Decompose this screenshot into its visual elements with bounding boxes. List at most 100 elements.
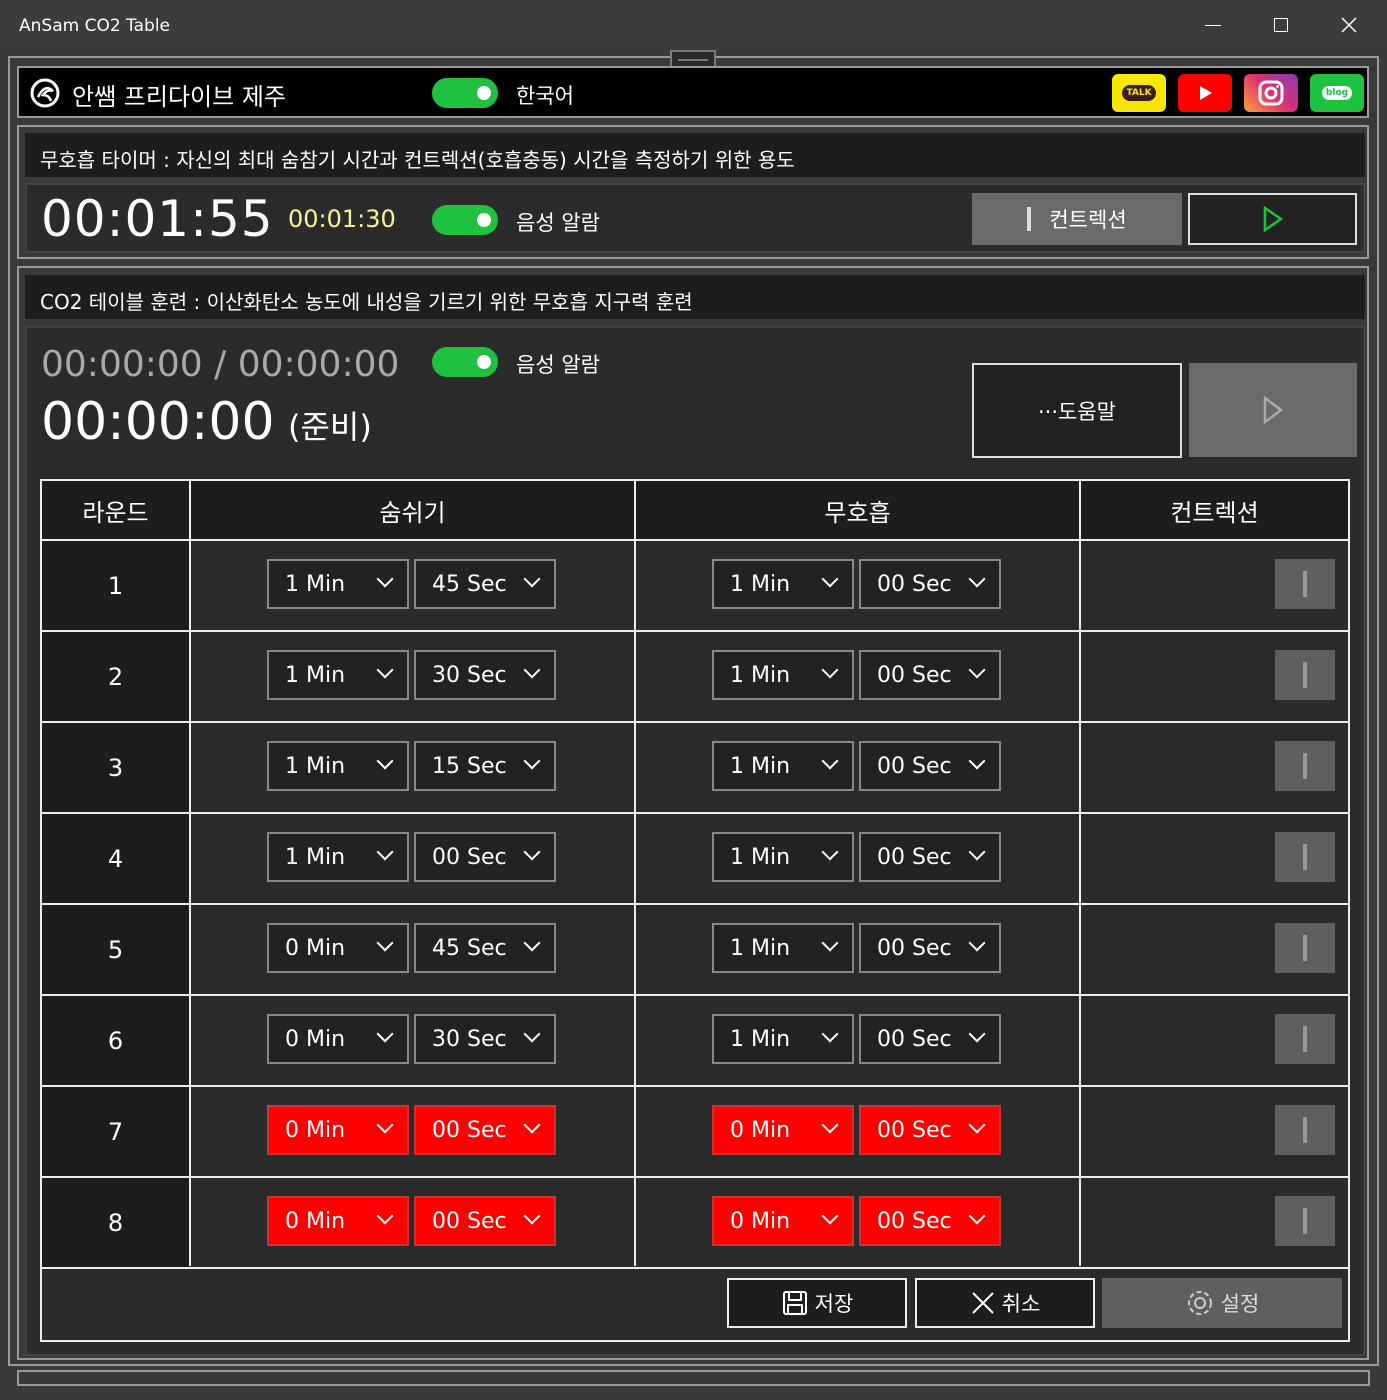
contraction-mark-button[interactable] xyxy=(1275,559,1335,609)
hold-min-select[interactable]: 0 Min xyxy=(712,1105,854,1155)
contraction-button-label: 컨트렉션 xyxy=(1049,208,1127,232)
apnea-voice-toggle[interactable] xyxy=(432,205,498,235)
chevron-down-icon xyxy=(821,570,839,588)
close-icon xyxy=(971,1292,994,1314)
hold-min-select[interactable]: 1 Min xyxy=(712,650,854,700)
help-button-label: ···도움말 xyxy=(1038,399,1116,424)
exclamation-icon xyxy=(1303,844,1307,870)
round-number: 1 xyxy=(42,541,189,630)
maximize-button[interactable] xyxy=(1248,0,1314,50)
apnea-timer-title: 무호흡 타이머 : 자신의 최대 숨참기 시간과 컨트렉션(호흡충동) 시간을 … xyxy=(25,133,1365,177)
breathe-sec-select[interactable]: 00 Sec xyxy=(414,1196,556,1246)
save-button[interactable]: 저장 xyxy=(727,1278,907,1328)
close-icon xyxy=(1341,17,1357,33)
minimize-icon xyxy=(1205,24,1221,26)
hold-min-select[interactable]: 1 Min xyxy=(712,559,854,609)
title-bar: AnSam CO2 Table xyxy=(0,0,1387,50)
combo-value: 0 Min xyxy=(285,1117,346,1143)
breathe-min-select[interactable]: 1 Min xyxy=(267,650,409,700)
breathe-min-select[interactable]: 1 Min xyxy=(267,559,409,609)
breathe-sec-select[interactable]: 00 Sec xyxy=(414,832,556,882)
hold-sec-select[interactable]: 00 Sec xyxy=(859,1105,1001,1155)
language-toggle[interactable] xyxy=(432,78,498,108)
cancel-button[interactable]: 취소 xyxy=(915,1278,1095,1328)
breathe-min-select[interactable]: 1 Min xyxy=(267,832,409,882)
breathe-sec-select[interactable]: 30 Sec xyxy=(414,1014,556,1064)
breathe-sec-select[interactable]: 00 Sec xyxy=(414,1105,556,1155)
co2-start-button[interactable] xyxy=(1189,363,1357,457)
hold-min-select[interactable]: 1 Min xyxy=(712,741,854,791)
co2-current-time: 00:00:00 xyxy=(41,392,275,452)
chevron-down-icon xyxy=(376,752,394,770)
kakaotalk-label: TALK xyxy=(1122,85,1156,101)
contraction-mark-button[interactable] xyxy=(1275,1014,1335,1064)
blog-icon[interactable]: blog xyxy=(1310,74,1364,112)
help-button[interactable]: ···도움말 xyxy=(972,363,1182,458)
gear-icon xyxy=(1187,1291,1212,1315)
contraction-button[interactable]: 컨트렉션 xyxy=(972,193,1182,245)
row-divider xyxy=(40,994,1350,996)
co2-progress-time: 00:00:00 / 00:00:00 xyxy=(41,344,400,385)
combo-value: 1 Min xyxy=(730,1026,791,1052)
kakaotalk-icon[interactable]: TALK xyxy=(1112,74,1166,112)
play-icon xyxy=(1200,86,1212,100)
combo-value: 45 Sec xyxy=(432,935,507,961)
instagram-icon[interactable] xyxy=(1244,74,1298,112)
apnea-voice-label: 음성 알람 xyxy=(516,211,600,235)
chevron-down-icon xyxy=(821,1116,839,1134)
combo-value: 00 Sec xyxy=(877,571,952,597)
combo-value: 1 Min xyxy=(730,844,791,870)
settings-button-label: 설정 xyxy=(1220,1292,1260,1316)
breathe-sec-select[interactable]: 30 Sec xyxy=(414,650,556,700)
settings-button[interactable]: 설정 xyxy=(1102,1278,1342,1328)
hold-sec-select[interactable]: 00 Sec xyxy=(859,1014,1001,1064)
brand-name: 안쌤 프리다이브 제주 xyxy=(72,83,286,111)
hold-sec-select[interactable]: 00 Sec xyxy=(859,832,1001,882)
breathe-sec-select[interactable]: 15 Sec xyxy=(414,741,556,791)
combo-value: 1 Min xyxy=(285,571,346,597)
breathe-min-select[interactable]: 0 Min xyxy=(267,1105,409,1155)
column-divider xyxy=(634,481,636,1266)
apnea-start-button[interactable] xyxy=(1188,193,1357,245)
header-breathe: 숨쉬기 xyxy=(191,481,634,539)
combo-value: 00 Sec xyxy=(877,935,952,961)
contraction-mark-button[interactable] xyxy=(1275,1105,1335,1155)
close-button[interactable] xyxy=(1316,0,1382,50)
chevron-down-icon xyxy=(821,1025,839,1043)
chevron-down-icon xyxy=(523,1207,541,1225)
contraction-mark-button[interactable] xyxy=(1275,650,1335,700)
breathe-min-select[interactable]: 0 Min xyxy=(267,1014,409,1064)
hold-min-select[interactable]: 1 Min xyxy=(712,923,854,973)
co2-voice-toggle[interactable] xyxy=(432,347,498,377)
hold-sec-select[interactable]: 00 Sec xyxy=(859,1196,1001,1246)
contraction-mark-button[interactable] xyxy=(1275,1196,1335,1246)
combo-value: 1 Min xyxy=(730,571,791,597)
contraction-mark-button[interactable] xyxy=(1275,832,1335,882)
breathe-sec-select[interactable]: 45 Sec xyxy=(414,559,556,609)
hold-min-select[interactable]: 0 Min xyxy=(712,1196,854,1246)
combo-value: 1 Min xyxy=(285,662,346,688)
hold-min-select[interactable]: 1 Min xyxy=(712,832,854,882)
breathe-min-select[interactable]: 0 Min xyxy=(267,923,409,973)
combo-value: 0 Min xyxy=(285,935,346,961)
chevron-down-icon xyxy=(523,843,541,861)
hold-sec-select[interactable]: 00 Sec xyxy=(859,559,1001,609)
combo-value: 0 Min xyxy=(285,1208,346,1234)
combo-value: 0 Min xyxy=(285,1026,346,1052)
hold-sec-select[interactable]: 00 Sec xyxy=(859,650,1001,700)
combo-value: 00 Sec xyxy=(432,1117,507,1143)
hold-min-select[interactable]: 1 Min xyxy=(712,1014,854,1064)
breathe-min-select[interactable]: 1 Min xyxy=(267,741,409,791)
contraction-mark-button[interactable] xyxy=(1275,923,1335,973)
contraction-mark-button[interactable] xyxy=(1275,741,1335,791)
minimize-button[interactable] xyxy=(1180,0,1246,50)
breathe-min-select[interactable]: 0 Min xyxy=(267,1196,409,1246)
combo-value: 00 Sec xyxy=(877,1117,952,1143)
column-divider xyxy=(1079,481,1081,1266)
youtube-icon[interactable] xyxy=(1178,74,1232,112)
chevron-down-icon xyxy=(821,661,839,679)
breathe-sec-select[interactable]: 45 Sec xyxy=(414,923,556,973)
hold-sec-select[interactable]: 00 Sec xyxy=(859,923,1001,973)
header-contraction: 컨트렉션 xyxy=(1081,481,1348,539)
hold-sec-select[interactable]: 00 Sec xyxy=(859,741,1001,791)
